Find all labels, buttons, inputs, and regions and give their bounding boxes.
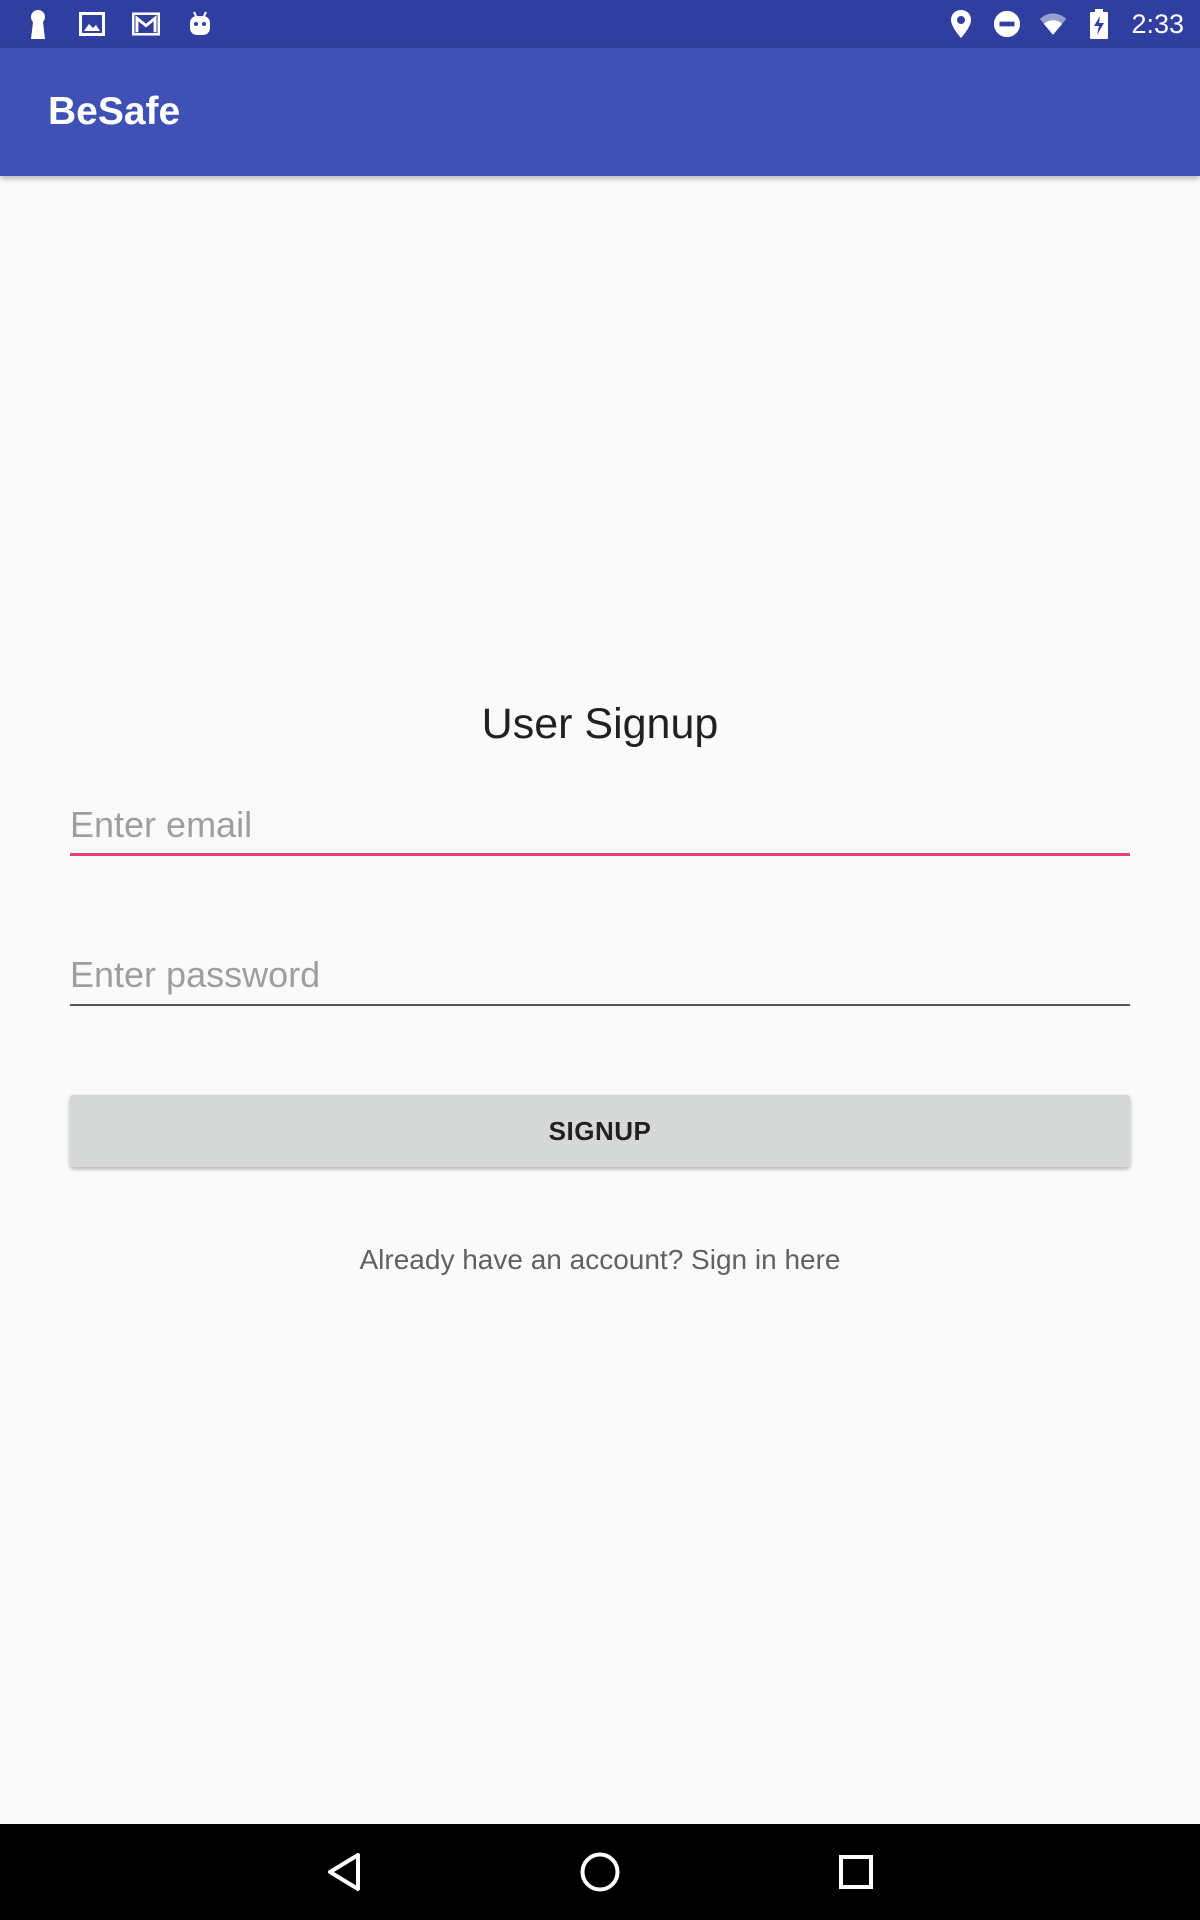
password-field-underline [70,1004,1130,1006]
gmail-icon [132,8,160,40]
page-title: User Signup [481,700,719,748]
signup-button[interactable]: SIGNUP [70,1095,1130,1167]
email-field-underline [70,853,1130,856]
back-icon[interactable] [320,1848,368,1896]
recents-icon[interactable] [832,1848,880,1896]
password-field[interactable] [70,936,1130,1006]
signup-screen: 2:33 BeSafe User Signup SIGNUP Already h… [0,0,1200,1920]
email-field[interactable] [70,786,1130,856]
status-bar: 2:33 [0,0,1200,48]
android-icon [186,8,214,40]
home-icon[interactable] [576,1848,624,1896]
do-not-disturb-icon [993,8,1021,40]
password-field-container [70,936,1130,1006]
app-bar: BeSafe [0,48,1200,176]
image-icon [78,8,106,40]
location-icon [947,8,975,40]
sign-in-link[interactable]: Already have an account? Sign in here [0,1240,1200,1280]
battery-charging-icon [1085,8,1113,40]
navigation-bar [0,1824,1200,1920]
wifi-icon [1039,8,1067,40]
status-time: 2:33 [1131,9,1184,39]
app-title: BeSafe [48,90,181,133]
email-field-container [70,786,1130,856]
keyhole-icon [24,8,52,40]
